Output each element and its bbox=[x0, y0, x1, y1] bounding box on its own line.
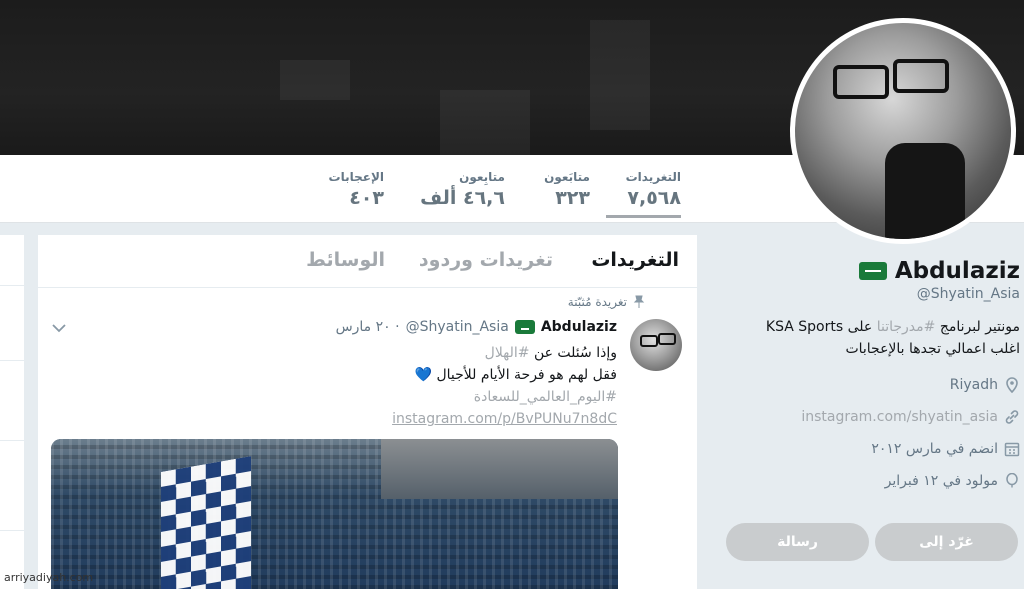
tweet-text: وإذا سُئلت عن #الهلال فقل لهم هو فرحة ال… bbox=[97, 342, 617, 430]
media-stadium-roof bbox=[381, 439, 618, 499]
bio-hashtag[interactable]: #مدرجاتنا bbox=[877, 319, 936, 335]
avatar-detail bbox=[885, 143, 965, 239]
tweet-header: Abdulaziz @Shyatin_Asia · ٢٠ مارس bbox=[336, 319, 617, 335]
tweet-author-name[interactable]: Abdulaziz bbox=[541, 319, 617, 335]
tweet-date[interactable]: · ٢٠ مارس bbox=[336, 319, 400, 335]
source-watermark: arriyadiyah.com bbox=[4, 571, 94, 584]
stat-label: التغريدات bbox=[625, 170, 681, 184]
timeline-tabs: التغريدات تغريدات وردود الوسائط bbox=[38, 235, 697, 288]
media-flag bbox=[161, 456, 251, 589]
tweet-media-image[interactable] bbox=[51, 439, 618, 589]
pinned-label-row: تغريدة مُثبّتة bbox=[568, 295, 645, 311]
profile-born-row: مولود في ١٢ فبراير bbox=[725, 470, 1020, 492]
stat-followers[interactable]: متابِعون ٤٦,٦ ألف bbox=[415, 169, 505, 211]
banner-shape bbox=[280, 60, 350, 100]
stat-value: ٤٠٣ bbox=[349, 187, 384, 209]
profile-handle[interactable]: @Shyatin_Asia bbox=[725, 286, 1020, 302]
profile-card: Abdulaziz @Shyatin_Asia مونتير لبرنامج #… bbox=[725, 258, 1020, 492]
timeline-panel: التغريدات تغريدات وردود الوسائط تغريدة م… bbox=[38, 235, 697, 589]
stat-value: ٣٢٣ bbox=[555, 187, 590, 209]
chevron-down-icon[interactable] bbox=[52, 318, 66, 337]
stat-likes[interactable]: الإعجابات ٤٠٣ bbox=[318, 169, 384, 211]
tweet-text-line: فقل لهم هو فرحة الأيام للأجيال 💙 bbox=[414, 367, 617, 383]
left-sidebar-item bbox=[0, 235, 24, 286]
banner-shape bbox=[590, 20, 650, 130]
location-pin-icon bbox=[1004, 377, 1020, 393]
stat-value: ٤٦,٦ ألف bbox=[420, 187, 505, 209]
tweet-avatar[interactable] bbox=[630, 319, 682, 371]
left-sidebar-item bbox=[0, 440, 24, 531]
stat-label: الإعجابات bbox=[328, 170, 384, 184]
profile-born: مولود في ١٢ فبراير bbox=[884, 473, 998, 489]
tweet-text-line: وإذا سُئلت عن bbox=[529, 345, 617, 361]
tweet-to-button[interactable]: غرّد إلى bbox=[875, 523, 1018, 561]
bio-text: على KSA Sports bbox=[765, 319, 877, 335]
balloon-icon bbox=[1004, 473, 1020, 489]
avatar-photo bbox=[795, 23, 1011, 239]
profile-name-row: Abdulaziz bbox=[725, 258, 1020, 284]
left-sidebar-item bbox=[0, 360, 24, 441]
avatar-detail bbox=[833, 65, 889, 99]
profile-website-row: instagram.com/shyatin_asia bbox=[725, 406, 1020, 428]
profile-joined: انضم في مارس ٢٠١٢ bbox=[871, 441, 998, 457]
avatar-detail bbox=[640, 335, 658, 347]
bio-text: مونتير لبرنامج bbox=[935, 319, 1020, 335]
tweet-link[interactable]: instagram.com/p/BvPUNu7n8dC bbox=[392, 408, 617, 430]
stat-value: ٧,٥٦٨ bbox=[627, 187, 681, 209]
profile-avatar[interactable] bbox=[790, 18, 1016, 244]
tweet-author-handle[interactable]: @Shyatin_Asia bbox=[406, 319, 509, 335]
tab-tweets-replies[interactable]: تغريدات وردود bbox=[419, 249, 553, 271]
profile-name[interactable]: Abdulaziz bbox=[895, 258, 1020, 284]
saudi-flag-icon bbox=[514, 320, 535, 334]
left-sidebar-partial bbox=[0, 235, 24, 589]
link-icon bbox=[1004, 409, 1020, 425]
left-sidebar-item bbox=[0, 285, 24, 361]
stat-label: متابَعون bbox=[544, 170, 590, 184]
tab-tweets[interactable]: التغريدات bbox=[591, 249, 679, 271]
profile-location: Riyadh bbox=[949, 377, 998, 393]
banner-shape bbox=[440, 90, 530, 155]
avatar-detail bbox=[893, 59, 949, 93]
bio-text: اغلب اعمالي تجدها بالإعجابات bbox=[845, 341, 1020, 357]
pinned-label: تغريدة مُثبّتة bbox=[567, 295, 627, 309]
tweet-hashtag[interactable]: #اليوم_العالمي_للسعادة bbox=[97, 386, 617, 408]
profile-joined-row: انضم في مارس ٢٠١٢ bbox=[725, 438, 1020, 460]
profile-website-link[interactable]: instagram.com/shyatin_asia bbox=[801, 409, 998, 425]
calendar-icon bbox=[1004, 441, 1020, 457]
tab-media[interactable]: الوسائط bbox=[306, 249, 385, 271]
stat-following[interactable]: متابَعون ٣٢٣ bbox=[530, 169, 590, 211]
tweet-hashtag[interactable]: #الهلال bbox=[485, 345, 530, 361]
pinned-tweet[interactable]: تغريدة مُثبّتة Abdulaziz @Shyatin_Asia ·… bbox=[38, 288, 697, 589]
saudi-flag-icon bbox=[858, 262, 887, 280]
stat-label: متابِعون bbox=[459, 170, 505, 184]
message-button[interactable]: رسالة bbox=[726, 523, 869, 561]
pin-icon bbox=[633, 295, 645, 311]
stat-tweets[interactable]: التغريدات ٧,٥٦٨ bbox=[606, 169, 681, 218]
profile-bio: مونتير لبرنامج #مدرجاتنا على KSA Sports … bbox=[725, 316, 1020, 360]
profile-location-row: Riyadh bbox=[725, 374, 1020, 396]
avatar-detail bbox=[658, 333, 676, 345]
